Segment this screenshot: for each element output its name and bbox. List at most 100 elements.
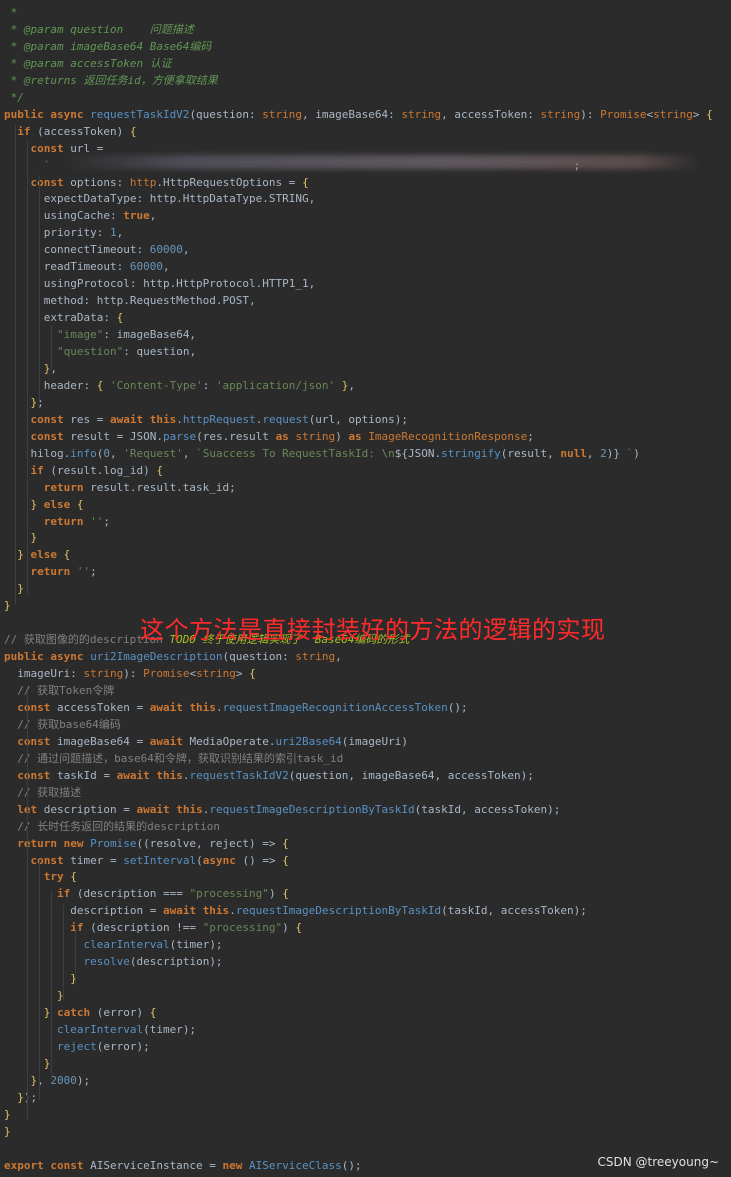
code-line[interactable]: export const AIServiceInstance = new AIS… xyxy=(4,1157,362,1174)
code-line[interactable]: clearInterval(timer); xyxy=(4,936,222,953)
code-line[interactable]: if (description !== "processing") { xyxy=(4,919,302,936)
code-line[interactable]: expectDataType: http.HttpDataType.STRING… xyxy=(4,190,316,207)
code-line[interactable]: }; xyxy=(4,394,43,411)
code-line[interactable]: } xyxy=(4,597,11,614)
code-token: } xyxy=(4,1006,57,1020)
code-line[interactable]: method: http.RequestMethod.POST, xyxy=(4,292,256,309)
code-token: clearInterval xyxy=(4,938,170,952)
code-line[interactable]: * @param imageBase64 Base64编码 xyxy=(4,38,212,55)
code-line[interactable]: resolve(description); xyxy=(4,953,222,970)
code-token: ((resolve, reject) => xyxy=(136,836,283,850)
code-token: public async xyxy=(4,650,91,664)
code-token: (timer); xyxy=(143,1023,197,1036)
code-token: string xyxy=(295,650,336,664)
code-token: Promise xyxy=(143,667,190,681)
code-line[interactable]: return ''; xyxy=(4,513,110,530)
code-line[interactable]: return new Promise((resolve, reject) => … xyxy=(4,835,289,852)
code-line[interactable]: let description = await this.requestImag… xyxy=(4,801,560,818)
code-line[interactable]: * xyxy=(4,4,18,21)
code-line[interactable]: const taskId = await this.requestTaskIdV… xyxy=(4,767,534,784)
code-token: (result, xyxy=(500,446,561,460)
code-token: hilog. xyxy=(4,446,71,460)
code-line[interactable]: if (description === "processing") { xyxy=(4,885,289,902)
code-line[interactable]: } xyxy=(4,987,64,1004)
code-token: { xyxy=(282,887,289,901)
code-token: () => xyxy=(242,853,283,867)
code-line[interactable]: */ xyxy=(4,89,24,106)
code-token: requestImageRecognitionAccessToken xyxy=(222,700,448,714)
code-token: { xyxy=(282,853,289,867)
code-token: } xyxy=(4,497,44,511)
code-line[interactable]: } xyxy=(4,970,77,987)
code-token: if xyxy=(4,124,38,138)
code-token: { xyxy=(70,870,77,884)
code-token: * @param question 问题描述 xyxy=(4,22,194,36)
code-token: // 获取base64编码 xyxy=(4,717,121,731)
code-line[interactable]: * @returns 返回任务id，方便拿取结果 xyxy=(4,72,218,89)
code-line[interactable]: "question": question, xyxy=(4,343,196,360)
code-line[interactable]: usingProtocol: http.HttpProtocol.HTTP1_1… xyxy=(4,275,316,292)
code-line[interactable]: } xyxy=(4,1123,11,1140)
code-line[interactable]: "image": imageBase64, xyxy=(4,326,196,343)
code-token: , xyxy=(348,378,356,392)
code-line[interactable]: // 获取Token令牌 xyxy=(4,682,114,699)
code-token: Promise xyxy=(600,107,647,121)
code-line[interactable]: const timer = setInterval(async () => { xyxy=(4,852,289,869)
code-line[interactable]: hilog.info(0, 'Request', `Suaccess To Re… xyxy=(4,445,639,462)
code-line[interactable]: reject(error); xyxy=(4,1038,150,1055)
code-token: , xyxy=(149,209,157,223)
code-token: accessToken = xyxy=(56,700,150,714)
code-token: */ xyxy=(4,90,24,104)
code-line[interactable]: const options: http.HttpRequestOptions =… xyxy=(4,174,308,191)
code-line[interactable]: if (accessToken) { xyxy=(4,123,136,140)
code-line[interactable]: } xyxy=(4,529,37,546)
code-line[interactable]: const result = JSON.parse(res.result as … xyxy=(4,428,533,445)
code-line[interactable]: // 获取base64编码 xyxy=(4,716,121,733)
code-token: . xyxy=(156,175,163,189)
code-line[interactable]: }); xyxy=(4,1089,37,1106)
code-line[interactable]: public async uri2ImageDescription(questi… xyxy=(4,648,342,665)
code-line[interactable]: imageUri: string): Promise<string> { xyxy=(4,665,255,682)
code-token: taskId = xyxy=(56,768,117,782)
code-line[interactable]: const accessToken = await this.requestIm… xyxy=(4,699,467,716)
code-line[interactable] xyxy=(4,1140,11,1157)
code-token: httpRequest xyxy=(182,412,256,426)
code-token: : imageBase64, xyxy=(103,328,197,342)
code-line[interactable]: header: { 'Content-Type': 'application/j… xyxy=(4,377,355,394)
code-line[interactable]: description = await this.requestImageDes… xyxy=(4,902,587,919)
code-token: else xyxy=(30,548,64,562)
code-line[interactable]: extraData: { xyxy=(4,309,123,326)
code-line[interactable]: } xyxy=(4,1106,11,1123)
code-line[interactable]: * @param question 问题描述 xyxy=(4,21,194,38)
code-token: } xyxy=(4,1124,11,1138)
code-line[interactable]: // 获取描述 xyxy=(4,784,81,801)
code-line[interactable]: } xyxy=(4,580,24,597)
code-token: imageUri: xyxy=(4,667,84,681)
code-line[interactable]: connectTimeout: 60000, xyxy=(4,241,190,258)
code-line[interactable]: try { xyxy=(4,868,77,885)
code-line[interactable]: }, xyxy=(4,360,57,377)
code-line[interactable]: readTimeout: 60000, xyxy=(4,258,170,275)
code-line[interactable]: * @param accessToken 认证 xyxy=(4,55,172,72)
code-line[interactable]: // 长时任务返回的结果的description xyxy=(4,818,220,835)
code-line[interactable]: const imageBase64 = await MediaOperate.u… xyxy=(4,733,408,750)
code-line[interactable]: } else { xyxy=(4,546,70,563)
code-token: 60000 xyxy=(129,260,163,274)
code-line[interactable] xyxy=(4,614,11,631)
code-token: ): xyxy=(580,107,601,121)
code-line[interactable]: public async requestTaskIdV2(question: s… xyxy=(4,106,713,123)
code-line[interactable]: priority: 1, xyxy=(4,224,123,241)
code-editor[interactable]: * * @param question 问题描述 * @param imageB… xyxy=(0,0,731,1177)
indent-guide xyxy=(27,140,28,595)
code-line[interactable]: }, 2000); xyxy=(4,1072,90,1089)
code-line[interactable]: // 通过问题描述，base64和令牌，获取识别结果的索引task_id xyxy=(4,750,343,767)
code-line[interactable]: return ''; xyxy=(4,563,96,580)
code-token: "question" xyxy=(4,345,124,358)
code-token: ; xyxy=(103,514,110,528)
code-token: 'Content-Type' xyxy=(109,378,203,392)
code-token: } xyxy=(4,1090,24,1104)
code-line[interactable]: return result.result.task_id; xyxy=(4,479,236,496)
code-token: . xyxy=(176,412,183,426)
code-line[interactable]: const res = await this.httpRequest.reque… xyxy=(4,411,408,428)
code-line[interactable]: clearInterval(timer); xyxy=(4,1021,196,1038)
